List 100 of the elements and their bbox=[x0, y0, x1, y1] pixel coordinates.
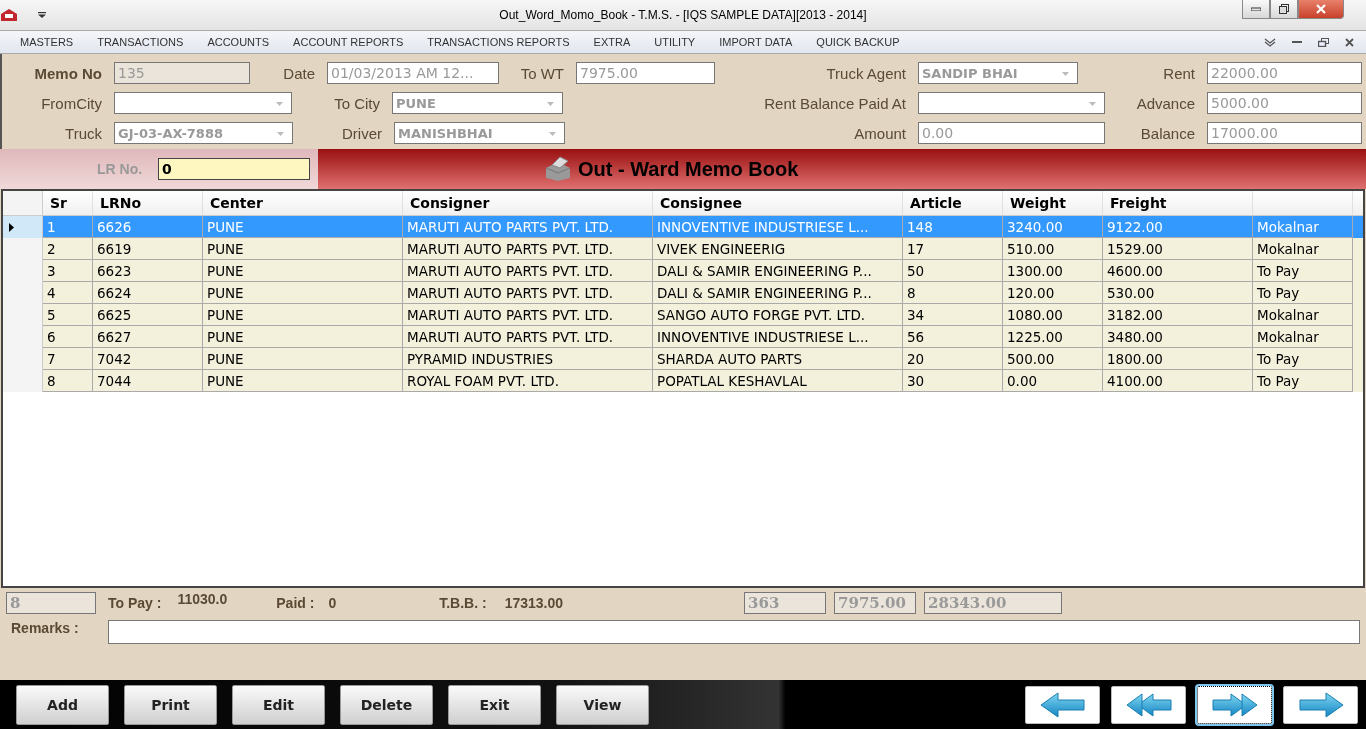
dropdown-field[interactable] bbox=[918, 92, 1105, 114]
double-right-arrow-icon bbox=[1209, 691, 1260, 718]
minimize-icon bbox=[1251, 7, 1261, 11]
field-label: Amount bbox=[854, 124, 906, 142]
table-row[interactable]: 5 6625 PUNE MARUTI AUTO PARTS PVT. LTD. SANGO AUTO FORGE PVT. LTD. 34 1080.00 3182.00 Mokalnar bbox=[3, 304, 1363, 326]
table-cell: MARUTI AUTO PARTS PVT. LTD. bbox=[407, 262, 614, 279]
table-cell: 6627 bbox=[97, 328, 132, 345]
lr-no-field[interactable]: 0 bbox=[158, 158, 311, 180]
weight-total-field: 7975.00 bbox=[834, 592, 917, 614]
table-cell: Mokalnar bbox=[1257, 218, 1319, 235]
table-row[interactable]: 4 6624 PUNE MARUTI AUTO PARTS PVT. LTD. DALI & SAMIR ENGINEERING P... 8 120.00 530.00 To Pay bbox=[3, 282, 1363, 304]
tbb-value: 17313.00 bbox=[504, 595, 564, 611]
field-label: Advance bbox=[1136, 94, 1195, 112]
next-button[interactable] bbox=[1283, 685, 1358, 724]
table-cell: 6626 bbox=[97, 218, 132, 235]
action-button[interactable]: Delete bbox=[340, 684, 433, 725]
table-cell: ROYAL FOAM PVT. LTD. bbox=[407, 372, 560, 389]
restore-icon[interactable] bbox=[1318, 37, 1329, 47]
column-header[interactable]: Consigner bbox=[410, 195, 490, 211]
table-row[interactable]: 6 6627 PUNE MARUTI AUTO PARTS PVT. LTD. INNOVENTIVE INDUSTRIESE L... 56 1225.00 3480.00 Mokalnar bbox=[3, 326, 1363, 348]
table-cell: 9122.00 bbox=[1107, 218, 1163, 235]
row-count-field: 8 bbox=[6, 592, 96, 614]
table-cell: 3480.00 bbox=[1107, 328, 1163, 345]
column-header[interactable]: Center bbox=[210, 195, 263, 211]
column-header[interactable]: Consignee bbox=[660, 195, 742, 211]
paid-value: 0 bbox=[328, 595, 337, 611]
table-cell: 500.00 bbox=[1007, 350, 1055, 367]
table-cell: 6624 bbox=[97, 284, 132, 301]
menu-item[interactable]: UTILITY bbox=[654, 36, 696, 48]
table-cell: PUNE bbox=[207, 306, 244, 323]
table-cell: 1800.00 bbox=[1107, 350, 1163, 367]
field-label: Memo No bbox=[34, 64, 102, 82]
remarks-label: Remarks : bbox=[11, 620, 80, 636]
to-pay-label: To Pay : bbox=[108, 595, 162, 611]
table-cell: PUNE bbox=[207, 284, 244, 301]
column-header[interactable]: Weight bbox=[1010, 195, 1066, 211]
field-label: Balance bbox=[1140, 124, 1195, 142]
previous-button[interactable] bbox=[1111, 685, 1186, 724]
table-cell: MARUTI AUTO PARTS PVT. LTD. bbox=[407, 306, 614, 323]
table-cell: 6623 bbox=[97, 262, 132, 279]
remarks-field[interactable] bbox=[108, 620, 1360, 644]
table-cell: 8 bbox=[47, 372, 56, 389]
field-label: FromCity bbox=[41, 94, 102, 112]
table-cell: PUNE bbox=[207, 240, 244, 257]
table-cell: MARUTI AUTO PARTS PVT. LTD. bbox=[407, 218, 614, 235]
field-label: Driver bbox=[342, 124, 382, 142]
action-button[interactable]: View bbox=[556, 684, 649, 725]
menu-item[interactable]: MASTERS bbox=[20, 36, 74, 48]
close-button[interactable] bbox=[1298, 0, 1344, 19]
column-header[interactable]: LRNo bbox=[100, 195, 142, 211]
table-cell: 7042 bbox=[97, 350, 132, 367]
lr-no-label: LR No. bbox=[97, 161, 143, 177]
table-cell: 1 bbox=[47, 218, 56, 235]
table-cell: To Pay bbox=[1257, 350, 1300, 367]
menu-item[interactable]: ACCOUNTS bbox=[207, 36, 270, 48]
table-cell: 50 bbox=[907, 262, 925, 279]
action-button[interactable]: Edit bbox=[232, 684, 325, 725]
current-row-icon bbox=[9, 222, 14, 232]
table-cell: 34 bbox=[907, 306, 925, 323]
table-cell: INNOVENTIVE INDUSTRIESE L... bbox=[657, 218, 869, 235]
field-label: Rent Balance Paid At bbox=[764, 94, 906, 112]
minimize-icon[interactable] bbox=[1292, 40, 1302, 44]
table-row[interactable]: 2 6619 PUNE MARUTI AUTO PARTS PVT. LTD. VIVEK ENGINEERIG 17 510.00 1529.00 Mokalnar bbox=[3, 238, 1363, 260]
menu-item[interactable]: EXTRA bbox=[593, 36, 631, 48]
table-cell: VIVEK ENGINEERIG bbox=[657, 240, 786, 257]
next-button[interactable] bbox=[1197, 685, 1272, 724]
menu-item[interactable]: IMPORT DATA bbox=[719, 36, 793, 48]
close-icon[interactable] bbox=[1345, 37, 1354, 47]
action-button[interactable]: Exit bbox=[448, 684, 541, 725]
menu-item[interactable]: TRANSACTIONS REPORTS bbox=[427, 36, 570, 48]
table-cell: 6 bbox=[47, 328, 56, 345]
table-cell: PUNE bbox=[207, 262, 244, 279]
table-cell: MARUTI AUTO PARTS PVT. LTD. bbox=[407, 284, 614, 301]
column-header[interactable]: Freight bbox=[1110, 195, 1167, 211]
chevron-down-icon[interactable] bbox=[1264, 37, 1276, 47]
action-button[interactable]: Add bbox=[16, 684, 109, 725]
dropdown-caret-icon[interactable] bbox=[38, 12, 46, 18]
window-title: Out_Word_Momo_Book - T.M.S. - [IQS SAMPLE DATA][2013 - 2014] bbox=[498, 8, 868, 22]
table-cell: 2 bbox=[47, 240, 56, 257]
table-cell: 30 bbox=[907, 372, 925, 389]
dropdown-arrow-icon bbox=[547, 102, 554, 106]
table-row[interactable]: 7 7042 PUNE PYRAMID INDUSTRIES SHARDA AUTO PARTS 20 500.00 1800.00 To Pay bbox=[3, 348, 1363, 370]
table-cell: MARUTI AUTO PARTS PVT. LTD. bbox=[407, 328, 614, 345]
table-cell: 6619 bbox=[97, 240, 132, 257]
column-header[interactable]: Article bbox=[910, 195, 962, 211]
menu-item[interactable]: QUICK BACKUP bbox=[816, 36, 900, 48]
table-cell: To Pay bbox=[1257, 372, 1300, 389]
table-row[interactable]: 8 7044 PUNE ROYAL FOAM PVT. LTD. POPATLAL KESHAVLAL 30 0.00 4100.00 To Pay bbox=[3, 370, 1363, 392]
maximize-button[interactable] bbox=[1270, 0, 1298, 19]
table-row[interactable]: 3 6623 PUNE MARUTI AUTO PARTS PVT. LTD. DALI & SAMIR ENGINEERING P... 50 1300.00 4600.00 To Pay bbox=[3, 260, 1363, 282]
row-selector[interactable] bbox=[3, 216, 43, 238]
banner-title: Out - Ward Memo Book bbox=[578, 157, 799, 181]
menu-item[interactable]: TRANSACTIONS bbox=[97, 36, 184, 48]
table-cell: 7044 bbox=[97, 372, 132, 389]
dropdown-field[interactable] bbox=[114, 92, 292, 114]
menu-item[interactable]: ACCOUNT REPORTS bbox=[293, 36, 404, 48]
column-header[interactable]: Sr bbox=[50, 195, 67, 211]
action-button[interactable]: Print bbox=[124, 684, 217, 725]
previous-button[interactable] bbox=[1025, 685, 1100, 724]
table-cell: 17 bbox=[907, 240, 925, 257]
